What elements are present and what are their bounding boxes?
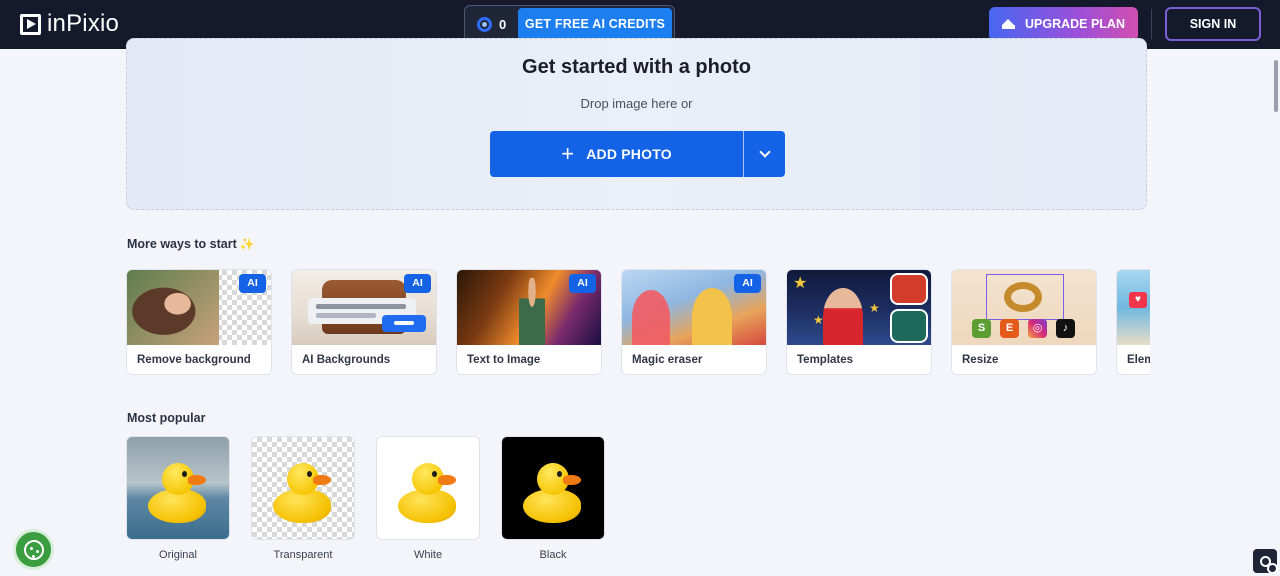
more-ways-carousel: AI Remove background AI AI Backgrounds A… [126, 269, 1150, 377]
most-popular-heading: Most popular [127, 411, 206, 425]
rubber-duck-image [269, 457, 339, 527]
rubber-duck-image [394, 457, 464, 527]
star-icon: ★ [813, 313, 824, 327]
more-ways-heading-text: More ways to start [127, 237, 237, 251]
drop-zone-title: Get started with a photo [522, 56, 751, 78]
credits-count: 0 [499, 17, 507, 32]
text-to-image-thumbnail: AI [457, 270, 601, 345]
popular-label: Transparent [273, 549, 333, 561]
link-icon [1259, 555, 1278, 574]
cookie-icon [23, 539, 44, 560]
card-templates[interactable]: ★ ★ ★ Templates [786, 269, 932, 375]
card-label: Resize [962, 354, 999, 366]
rubber-duck-image [144, 457, 214, 527]
card-label: Magic eraser [632, 354, 703, 366]
card-label: Text to Image [467, 354, 541, 366]
chevron-down-icon [758, 146, 771, 158]
logo-text: inPixio [47, 10, 120, 37]
popular-transparent[interactable] [251, 436, 355, 540]
add-photo-split-button: + ADD PHOTO [490, 131, 785, 177]
header-divider [1151, 9, 1152, 39]
drop-zone-subtitle: Drop image here or [580, 96, 693, 111]
etsy-icon: E [1000, 319, 1019, 338]
star-icon: ★ [793, 275, 808, 292]
page-scrollbar[interactable] [1274, 60, 1278, 112]
templates-thumbnail: ★ ★ ★ [787, 270, 931, 345]
heart-icon: ♥ [1129, 292, 1147, 308]
magic-eraser-thumbnail: AI [622, 270, 766, 345]
sign-in-button[interactable]: SIGN IN [1165, 7, 1261, 41]
selection-box [986, 274, 1064, 320]
plus-icon: + [561, 141, 575, 166]
more-ways-heading: More ways to start ✨ [127, 237, 255, 251]
logo-play-icon [20, 13, 41, 35]
card-label: AI Backgrounds [302, 354, 391, 366]
ai-badge: AI [239, 274, 266, 293]
upgrade-plan-label: UPGRADE PLAN [1024, 17, 1125, 31]
star-icon: ★ [869, 301, 880, 315]
rubber-duck-image [519, 457, 589, 527]
card-magic-eraser[interactable]: AI Magic eraser [621, 269, 767, 375]
corner-widget-button[interactable] [1253, 549, 1278, 574]
woman-photo [127, 270, 219, 345]
card-label: Templates [797, 354, 854, 366]
popular-original[interactable] [126, 436, 230, 540]
remove-background-thumbnail: AI [127, 270, 271, 345]
cookie-settings-button[interactable] [13, 529, 54, 570]
upgrade-plan-button[interactable]: UPGRADE PLAN [989, 7, 1138, 41]
template-tile [890, 273, 928, 305]
popular-label: White [413, 549, 443, 561]
card-label: Elements [1127, 354, 1150, 366]
card-resize[interactable]: S E ◎ ♪ Resize [951, 269, 1097, 375]
template-tile [890, 309, 928, 343]
generate-ui-illustration [382, 315, 426, 332]
card-text-to-image[interactable]: AI Text to Image [456, 269, 602, 375]
add-photo-label: ADD PHOTO [586, 146, 672, 162]
inpixio-logo[interactable]: inPixio [20, 12, 119, 36]
elements-thumbnail: ♥ [1117, 270, 1150, 345]
shopify-icon: S [972, 319, 991, 338]
add-photo-options-dropdown[interactable] [744, 131, 785, 177]
ai-badge: AI [404, 274, 431, 293]
credits-coin-icon [477, 17, 492, 32]
resize-thumbnail: S E ◎ ♪ [952, 270, 1096, 345]
ai-backgrounds-thumbnail: AI [292, 270, 436, 345]
popular-black[interactable] [501, 436, 605, 540]
instagram-icon: ◎ [1028, 319, 1047, 338]
get-free-ai-credits-button[interactable]: GET FREE AI CREDITS [518, 8, 672, 40]
tiktok-icon: ♪ [1056, 319, 1075, 338]
photo-drop-zone[interactable]: Get started with a photo Drop image here… [126, 38, 1147, 210]
popular-white[interactable] [376, 436, 480, 540]
sparkle-icon: ✨ [239, 237, 255, 251]
crown-icon [1001, 19, 1015, 29]
popular-label: Original [159, 549, 197, 561]
add-photo-button[interactable]: + ADD PHOTO [490, 131, 743, 177]
ai-badge: AI [734, 274, 761, 293]
popular-label: Black [539, 549, 567, 561]
card-remove-background[interactable]: AI Remove background [126, 269, 272, 375]
card-label: Remove background [137, 354, 251, 366]
card-elements[interactable]: ♥ Elements [1116, 269, 1150, 375]
card-ai-backgrounds[interactable]: AI AI Backgrounds [291, 269, 437, 375]
ai-badge: AI [569, 274, 596, 293]
